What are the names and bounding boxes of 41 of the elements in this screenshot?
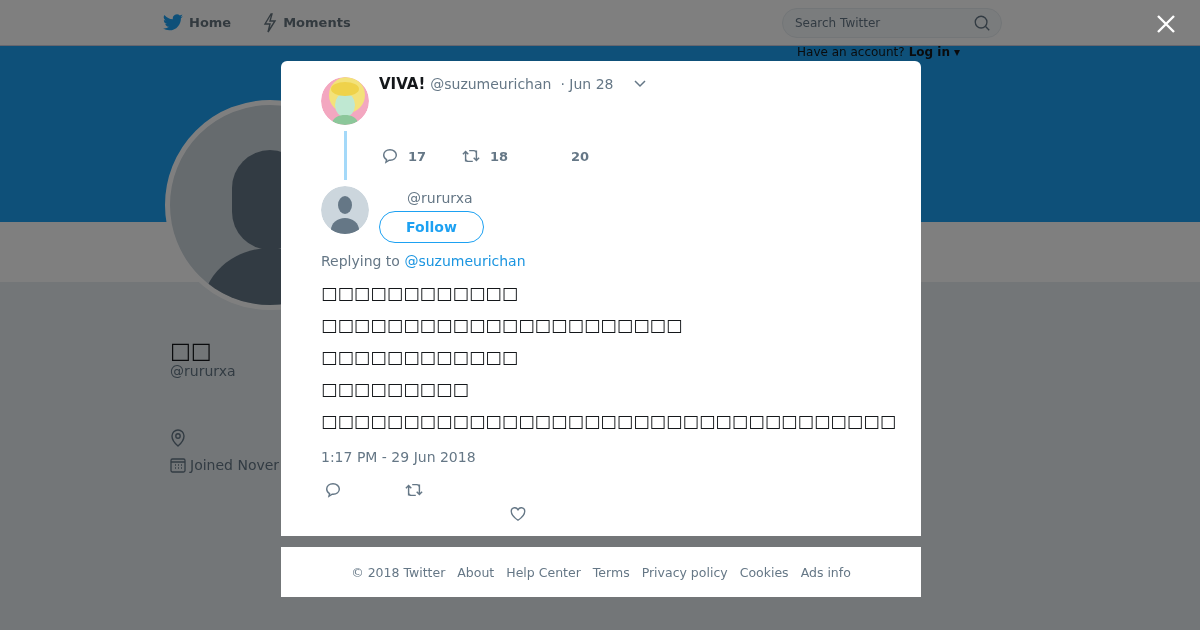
reply-icon[interactable] (324, 481, 342, 499)
chevron-icon[interactable] (634, 80, 647, 88)
bird-icon (163, 14, 183, 31)
author-name[interactable]: VIVA! (379, 75, 426, 93)
like-count: 20 (571, 148, 590, 164)
thread-line (344, 131, 347, 180)
footer-link[interactable]: Cookies (739, 564, 789, 580)
footer-link[interactable]: Help Center (506, 564, 581, 580)
retweet-icon[interactable] (461, 147, 481, 165)
reply-count: 17 (408, 148, 427, 164)
search-field[interactable]: Search Twitter (782, 7, 1002, 38)
nav-link[interactable]: Home (163, 14, 232, 31)
tweet-timestamp: 1:17 PM - 29 Jun 2018 (321, 449, 477, 465)
calendar-icon (170, 457, 186, 473)
retweet-count: 18 (490, 148, 509, 164)
follow-button[interactable]: Follow (379, 211, 484, 243)
copyright-text: © 2018 Twitter (351, 564, 446, 580)
profile-name: □□ (170, 338, 212, 363)
profile-handle: @rururxa (170, 363, 236, 379)
footer-link[interactable]: About (457, 564, 495, 580)
footer-link[interactable]: Terms (592, 564, 630, 580)
location-icon (170, 429, 186, 447)
nav-link[interactable]: Moments (263, 12, 351, 33)
tweet-date[interactable]: · Jun 28 (560, 76, 614, 92)
retweet-icon[interactable] (404, 481, 424, 499)
replying-to-text: Replying to @suzumeurichan (321, 253, 527, 269)
footer-link[interactable]: Privacy policy (641, 564, 728, 580)
close-icon[interactable] (1156, 14, 1176, 34)
account-prompt: Have an account? (797, 45, 905, 59)
reply-icon[interactable] (381, 147, 399, 165)
search-icon (973, 13, 991, 32)
footer-link[interactable]: Ads info (800, 564, 851, 580)
tweet-text: □□□□□□□□□□□□ □□□□□□□□□□□□□□□□□□□□□□ □□□□□□□□□□□□ □□□□□□□□□ □□□□□□□□□□□□□□□□□□□□□□□□□□□□□□□□□□□ (321, 282, 897, 433)
author-handle[interactable]: @rururxa (407, 190, 484, 206)
author-handle[interactable]: @suzumeurichan (430, 76, 552, 92)
avatar-drawing (321, 77, 369, 125)
joined-date: Joined Nover (190, 457, 280, 473)
lightning-icon (263, 12, 278, 33)
avatar-icon (321, 186, 369, 234)
mention-link[interactable]: @suzumeurichan (404, 253, 526, 269)
heart-icon[interactable] (509, 505, 527, 523)
